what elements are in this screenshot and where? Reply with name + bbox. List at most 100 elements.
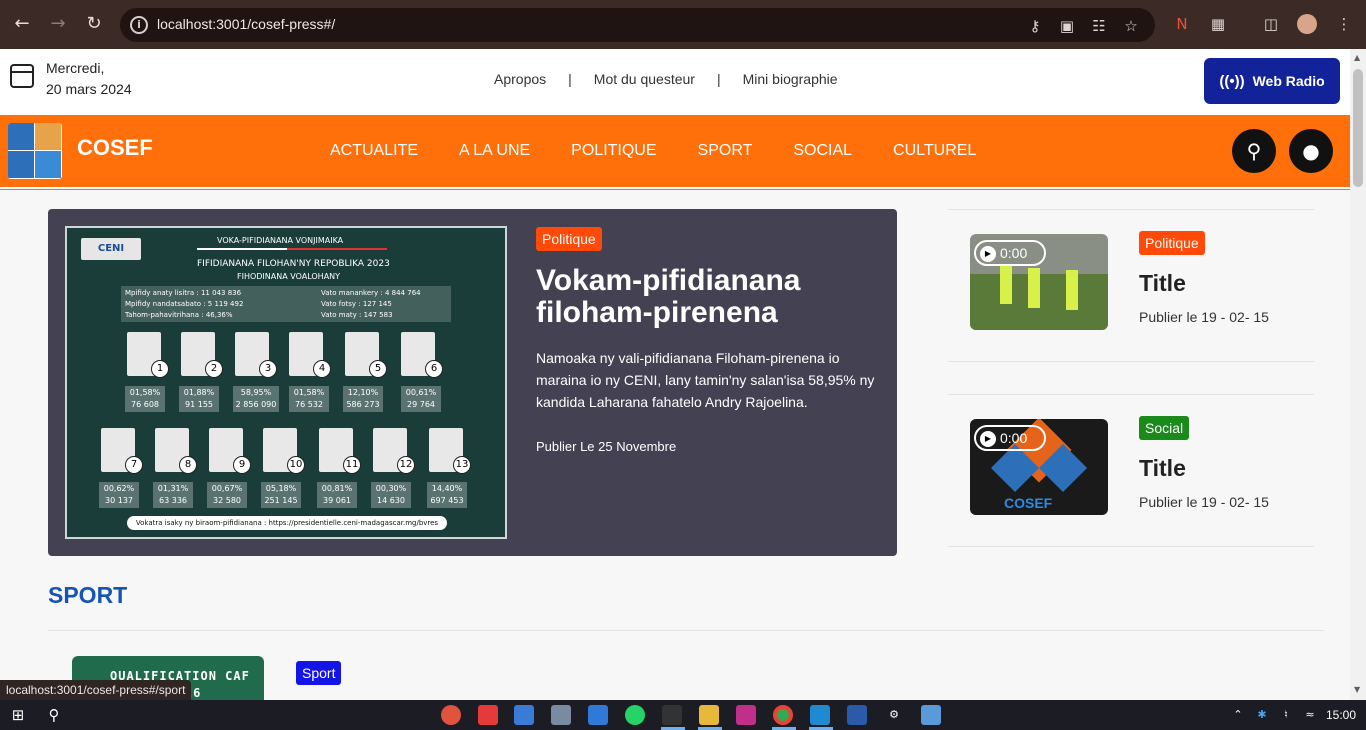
app-icon[interactable] xyxy=(921,705,941,725)
section-heading-sport[interactable]: SPORT xyxy=(48,582,127,609)
video-time-pill[interactable]: ▶ 0:00 xyxy=(974,240,1046,266)
candidate-result: 14,40% 697 453 xyxy=(427,482,467,508)
app-icon[interactable] xyxy=(847,705,867,725)
camera-icon[interactable] xyxy=(551,705,571,725)
candidate-number: 11 xyxy=(343,456,361,474)
stat-text: Vato fotsy : 127 145 xyxy=(321,300,392,308)
folder-icon[interactable] xyxy=(699,705,719,725)
nav-item-sport[interactable]: SPORT xyxy=(698,142,753,160)
terminal-icon[interactable] xyxy=(662,705,682,725)
stat-text: Mpifidy anaty lisitra : 11 043 836 xyxy=(125,289,242,297)
windows-start-icon[interactable]: ⊞ xyxy=(8,705,28,725)
link-mini-biographie[interactable]: Mini biographie xyxy=(743,71,838,87)
play-icon: ▶ xyxy=(980,431,996,448)
wifi-icon[interactable]: ≈ xyxy=(1300,705,1320,725)
nav-item-culturel[interactable]: CULTUREL xyxy=(893,142,976,160)
divider xyxy=(948,546,1314,547)
candidate-number: 13 xyxy=(453,456,471,474)
install-icon[interactable]: ▣ xyxy=(1057,16,1077,36)
store-icon[interactable] xyxy=(588,705,608,725)
sport-category-badge[interactable]: Sport xyxy=(296,661,342,685)
link-mot-du-questeur[interactable]: Mot du questeur xyxy=(594,71,695,87)
stat-text: Mpifidy nandatsabato : 5 119 492 xyxy=(125,300,244,308)
broadcast-icon: ((•)) xyxy=(1219,72,1245,90)
infographic-footer: Vokatra isaky ny biraom-pifidianana : ht… xyxy=(127,516,447,530)
app-icon[interactable] xyxy=(441,705,461,725)
nav-item-social[interactable]: SOCIAL xyxy=(793,142,852,160)
bookmark-star-icon[interactable]: ☆ xyxy=(1121,16,1141,36)
site-info-icon[interactable]: i xyxy=(130,16,148,34)
forward-icon[interactable]: → xyxy=(46,12,70,36)
key-icon[interactable]: ⚷ xyxy=(1025,16,1045,36)
side-card-title[interactable]: Title xyxy=(1139,270,1186,297)
side-card-date: Publier le 19 - 02- 15 xyxy=(1139,494,1269,510)
page-viewport: Mercredi, 20 mars 2024 Apropos | Mot du … xyxy=(0,49,1350,700)
divider xyxy=(948,394,1314,395)
settings-gear-icon[interactable]: ⚙ xyxy=(884,705,904,725)
scrollbar-thumb[interactable] xyxy=(1353,69,1363,187)
candidate-result: 12,10% 586 273 xyxy=(343,386,383,412)
candidate-result: 01,31% 63 336 xyxy=(153,482,193,508)
play-icon: ▶ xyxy=(980,246,996,263)
side-panel-icon[interactable]: ◫ xyxy=(1261,14,1281,34)
divider xyxy=(948,209,1314,210)
reload-icon[interactable]: ↻ xyxy=(82,12,106,36)
whatsapp-icon[interactable] xyxy=(625,705,645,725)
vscode-icon[interactable] xyxy=(810,705,830,725)
bluetooth-icon[interactable]: ✱ xyxy=(1252,705,1272,725)
nav-item-a-la-une[interactable]: A LA UNE xyxy=(459,142,530,160)
volume-muted-icon[interactable]: ♮ xyxy=(1276,705,1296,725)
hero-description: Namoaka ny vali-pifidianana Filoham-pire… xyxy=(536,350,875,410)
web-radio-button[interactable]: ((•)) Web Radio xyxy=(1204,58,1340,104)
divider xyxy=(48,630,1324,631)
candidate-number: 4 xyxy=(313,360,331,378)
candidate-photo: 6 xyxy=(401,332,443,378)
search-button[interactable]: ⚲ xyxy=(1232,129,1276,173)
page-scrollbar[interactable]: ▲ ▼ xyxy=(1350,49,1366,700)
app-icon[interactable] xyxy=(514,705,534,725)
infographic-subtitle: FIFIDIANANA FILOHAN'NY REPOBLIKA 2023 xyxy=(197,259,390,269)
date-full: 20 mars 2024 xyxy=(46,81,132,97)
hero-image[interactable]: CENI VOKA-PIFIDIANANA VONJIMAIKA FIFIDIA… xyxy=(65,226,507,539)
scroll-up-icon[interactable]: ▲ xyxy=(1354,53,1360,62)
video-time-pill[interactable]: ▶ 0:00 xyxy=(974,425,1046,451)
nav-item-politique[interactable]: POLITIQUE xyxy=(571,142,656,160)
side-card-video[interactable]: COSEF ▶ 0:00 xyxy=(970,419,1108,515)
candidate-result: 00,30% 14 630 xyxy=(371,482,411,508)
nav-item-actualite[interactable]: ACTUALITE xyxy=(330,142,418,160)
link-separator: | xyxy=(568,71,572,87)
app-icon[interactable] xyxy=(478,705,498,725)
search-icon[interactable]: ⚲ xyxy=(44,705,64,725)
account-button[interactable]: ● xyxy=(1289,129,1333,173)
video-time: 0:00 xyxy=(1000,430,1028,446)
address-bar[interactable]: i localhost:3001/cosef-press#/ ⚷ ▣ ☷ ☆ xyxy=(120,8,1155,42)
candidate-number: 12 xyxy=(397,456,415,474)
hero-article[interactable]: CENI VOKA-PIFIDIANANA VONJIMAIKA FIFIDIA… xyxy=(48,209,897,556)
scroll-down-icon[interactable]: ▼ xyxy=(1354,685,1360,694)
taskbar: ⊞ ⚲ ⚙ ⌃ ✱ ♮ ≈ 15:00 xyxy=(0,700,1366,730)
side-card-category[interactable]: Social xyxy=(1139,416,1190,440)
side-card-video[interactable]: ▶ 0:00 xyxy=(970,234,1108,330)
profile-avatar[interactable] xyxy=(1297,14,1317,34)
extension-icon[interactable]: N xyxy=(1172,14,1192,34)
hero-category-badge[interactable]: Politique xyxy=(536,227,602,251)
side-card-date: Publier le 19 - 02- 15 xyxy=(1139,309,1269,325)
candidate-photo: 2 xyxy=(181,332,223,378)
side-card-title[interactable]: Title xyxy=(1139,455,1186,482)
brand-name[interactable]: COSEF xyxy=(77,135,153,161)
link-apropos[interactable]: Apropos xyxy=(494,71,546,87)
translate-icon[interactable]: ☷ xyxy=(1089,16,1109,36)
menu-kebab-icon[interactable]: ⋮ xyxy=(1334,14,1354,34)
candidate-number: 8 xyxy=(179,456,197,474)
taskbar-clock[interactable]: 15:00 xyxy=(1326,708,1356,722)
app-icon[interactable] xyxy=(736,705,756,725)
side-card-category[interactable]: Politique xyxy=(1139,231,1205,255)
candidate-number: 7 xyxy=(125,456,143,474)
chevron-up-icon[interactable]: ⌃ xyxy=(1228,705,1248,725)
chrome-icon[interactable] xyxy=(773,705,793,725)
hero-title[interactable]: Vokam-pifidianana filoham-pirenena xyxy=(536,265,876,329)
cosef-logo[interactable] xyxy=(8,123,62,179)
candidate-result: 01,88% 91 155 xyxy=(179,386,219,412)
back-icon[interactable]: ← xyxy=(10,12,34,36)
puzzle-icon[interactable]: ▦ xyxy=(1208,14,1228,34)
